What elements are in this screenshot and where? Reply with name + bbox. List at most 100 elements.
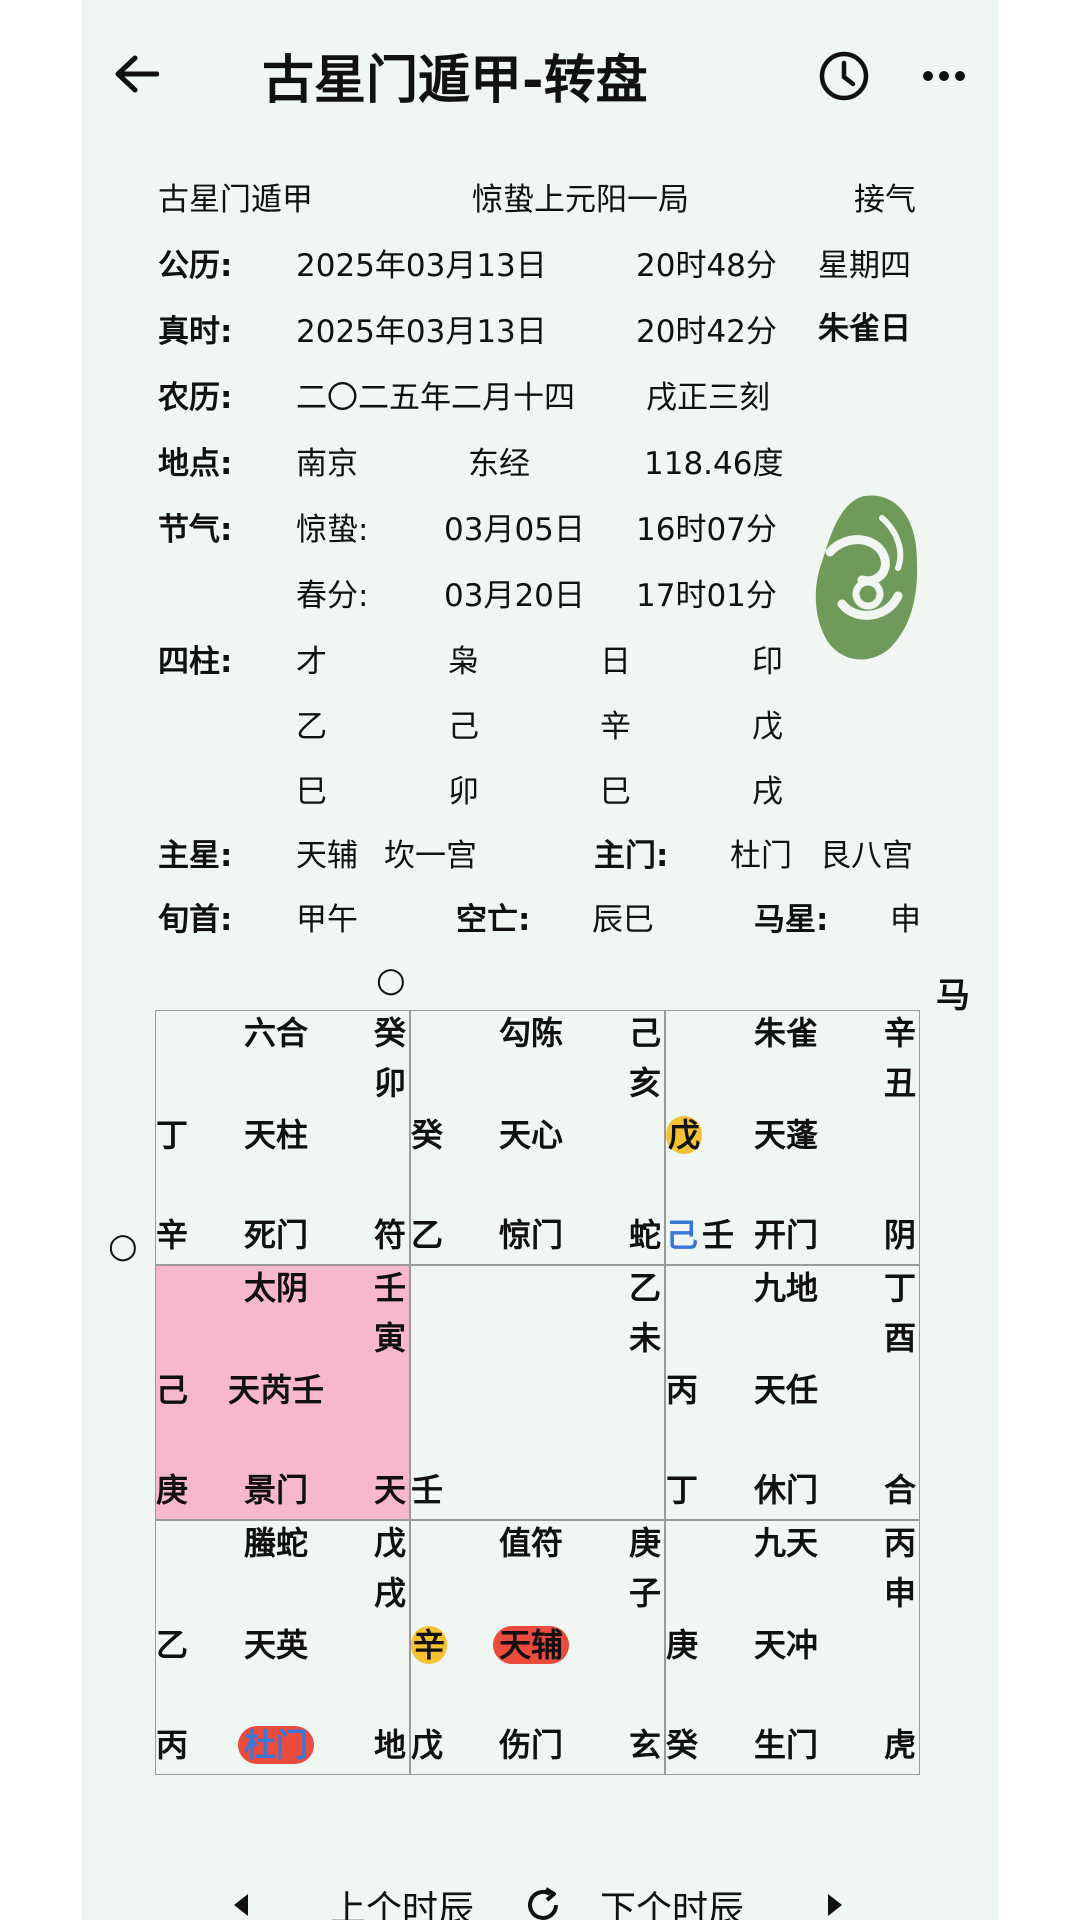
palace-top-stem-text: 戊	[374, 1524, 407, 1562]
palace-cell-1[interactable]: 六合 癸卯丁 天柱辛 死门 符	[155, 1010, 410, 1265]
palace-star: 天冲	[754, 1625, 818, 1665]
palace-top-stem: 庚	[629, 1523, 661, 1563]
palace-deity-text: 虎	[884, 1726, 917, 1764]
palace-door: 开门	[754, 1215, 818, 1255]
palace-god-text: 值符	[499, 1524, 564, 1562]
palace-heaven-stem-text: 丙	[156, 1726, 189, 1764]
palace-heaven-stem: 丁	[666, 1470, 698, 1510]
caret-right-icon[interactable]	[826, 1892, 844, 1918]
palace-god: 值符	[499, 1523, 563, 1563]
longitude-label: 东经	[468, 446, 530, 482]
palace-god: 九天	[754, 1523, 818, 1563]
jieqi-mode: 接气	[854, 182, 916, 218]
solar-label: 公历:	[158, 248, 233, 284]
palace-star-text: 天心	[499, 1116, 564, 1154]
palace-heaven-stem-text: 壬	[411, 1471, 444, 1509]
palace-deity-text: 玄	[629, 1726, 662, 1764]
palace-heaven-stem: 壬	[411, 1470, 443, 1510]
solar-term-label: 节气:	[158, 512, 233, 548]
palace-earth-stem-text: 庚	[666, 1626, 699, 1664]
palace-god-text: 太阴	[244, 1269, 309, 1307]
place: 南京	[296, 446, 358, 482]
palace-heaven-stem: 壬	[702, 1215, 734, 1255]
palace-branch-text: 卯	[374, 1064, 407, 1102]
palace-top-stem: 辛	[884, 1013, 916, 1053]
palace-cell-5[interactable]: 乙未壬	[410, 1265, 665, 1520]
palace-branch-text: 酉	[884, 1319, 917, 1357]
palace-heaven-stem-text: 辛	[156, 1216, 189, 1254]
palace-cell-3[interactable]: 朱雀 辛丑戊 天蓬己壬开门 阴	[665, 1010, 920, 1265]
palace-cell-7[interactable]: 螣蛇 戊戌乙 天英丙 杜门 地	[155, 1520, 410, 1775]
main-star-palace: 坎一宫	[384, 838, 477, 874]
palace-star-text: 天芮壬	[228, 1371, 325, 1409]
horse-value: 申	[890, 902, 921, 938]
palace-door-text: 景门	[244, 1471, 309, 1509]
pillar-shishen-2: 日	[600, 644, 631, 680]
prev-hour-button[interactable]: 上个时辰	[330, 1880, 474, 1920]
palace-hidden-stem-text: 己	[666, 1216, 699, 1254]
palace-top-stem-text: 癸	[374, 1014, 407, 1052]
horse-label: 马星:	[754, 902, 829, 938]
palace-earth-stem: 戊	[666, 1115, 703, 1155]
term2-name: 春分:	[296, 578, 369, 614]
more-button[interactable]	[912, 44, 976, 108]
void-marker-top: ○	[376, 960, 406, 1000]
next-hour-button[interactable]: 下个时辰	[600, 1880, 744, 1920]
main-door-palace: 艮八宫	[820, 838, 913, 874]
palace-cell-9[interactable]: 九天 丙申庚 天冲癸 生门 虎	[665, 1520, 920, 1775]
ju-name: 惊蛰上元阳一局	[472, 182, 689, 218]
palace-god-text: 勾陈	[499, 1014, 564, 1052]
term2-time: 17时01分	[636, 578, 777, 614]
pillars-label: 四柱:	[158, 644, 233, 680]
palace-deity: 天	[374, 1470, 406, 1510]
xun-label: 旬首:	[158, 902, 233, 938]
palace-top-stem-text: 丁	[884, 1269, 917, 1307]
history-button[interactable]	[812, 44, 876, 108]
palace-star: 天芮壬	[228, 1370, 324, 1410]
palace-god-text: 九地	[754, 1269, 819, 1307]
more-dots-icon	[923, 71, 965, 81]
palace-branch-text: 申	[884, 1574, 917, 1612]
solar-time: 20时48分	[636, 248, 777, 284]
back-button[interactable]	[104, 42, 168, 106]
pillar-stems-1: 己	[448, 709, 479, 745]
caret-left-icon[interactable]	[232, 1892, 250, 1918]
main-door-label: 主门:	[594, 838, 669, 874]
palace-earth-stem: 丁	[156, 1115, 188, 1155]
palace-star: 天英	[244, 1625, 308, 1665]
main-star: 天辅	[296, 838, 358, 874]
palace-door-text: 杜门	[238, 1726, 315, 1764]
true-time: 20时42分	[636, 314, 777, 350]
palace-cell-6[interactable]: 九地丁酉丙天任丁休门合	[665, 1265, 920, 1520]
palace-earth-stem-text: 己	[156, 1371, 189, 1409]
palace-branch: 子	[629, 1573, 661, 1613]
longitude-value: 118.46度	[644, 446, 784, 482]
palace-branch: 卯	[374, 1063, 406, 1103]
palace-star-text: 天英	[244, 1626, 309, 1664]
palace-earth-stem: 癸	[411, 1115, 443, 1155]
refresh-icon[interactable]	[524, 1886, 562, 1920]
palace-star-text: 天辅	[493, 1626, 570, 1664]
palace-top-stem: 丙	[884, 1523, 916, 1563]
palace-star-text: 天柱	[244, 1116, 309, 1154]
main-door: 杜门	[730, 838, 792, 874]
palace-branch-text: 寅	[374, 1319, 407, 1357]
palace-god: 太阴	[244, 1268, 308, 1308]
kong-value: 辰巳	[592, 902, 654, 938]
palace-cell-8[interactable]: 值符 庚子辛 天辅戊 伤门 玄	[410, 1520, 665, 1775]
palace-heaven-stem: 丙	[156, 1725, 188, 1765]
palace-earth-stem: 庚	[666, 1625, 698, 1665]
palace-top-stem: 乙	[629, 1268, 661, 1308]
app-screen: 古星门遁甲-转盘 古星门遁甲 惊蛰上元阳一局 接气 公历: 2025年03月13…	[82, 0, 998, 1920]
palace-top-stem-text: 辛	[884, 1014, 917, 1052]
palace-cell-2[interactable]: 勾陈 己亥癸 天心乙 惊门 蛇	[410, 1010, 665, 1265]
lunar-label: 农历:	[158, 380, 233, 416]
palace-branch: 寅	[374, 1318, 406, 1358]
palace-deity: 符	[374, 1215, 406, 1255]
palace-cell-4[interactable]: 太阴 壬寅己 天芮壬庚 景门 天	[155, 1265, 410, 1520]
palace-deity-text: 蛇	[629, 1216, 662, 1254]
palace-top-stem-text: 己	[629, 1014, 662, 1052]
palace-door: 杜门	[238, 1725, 315, 1765]
palace-earth-stem: 辛	[411, 1625, 448, 1665]
palace-top-stem: 丁	[884, 1268, 916, 1308]
